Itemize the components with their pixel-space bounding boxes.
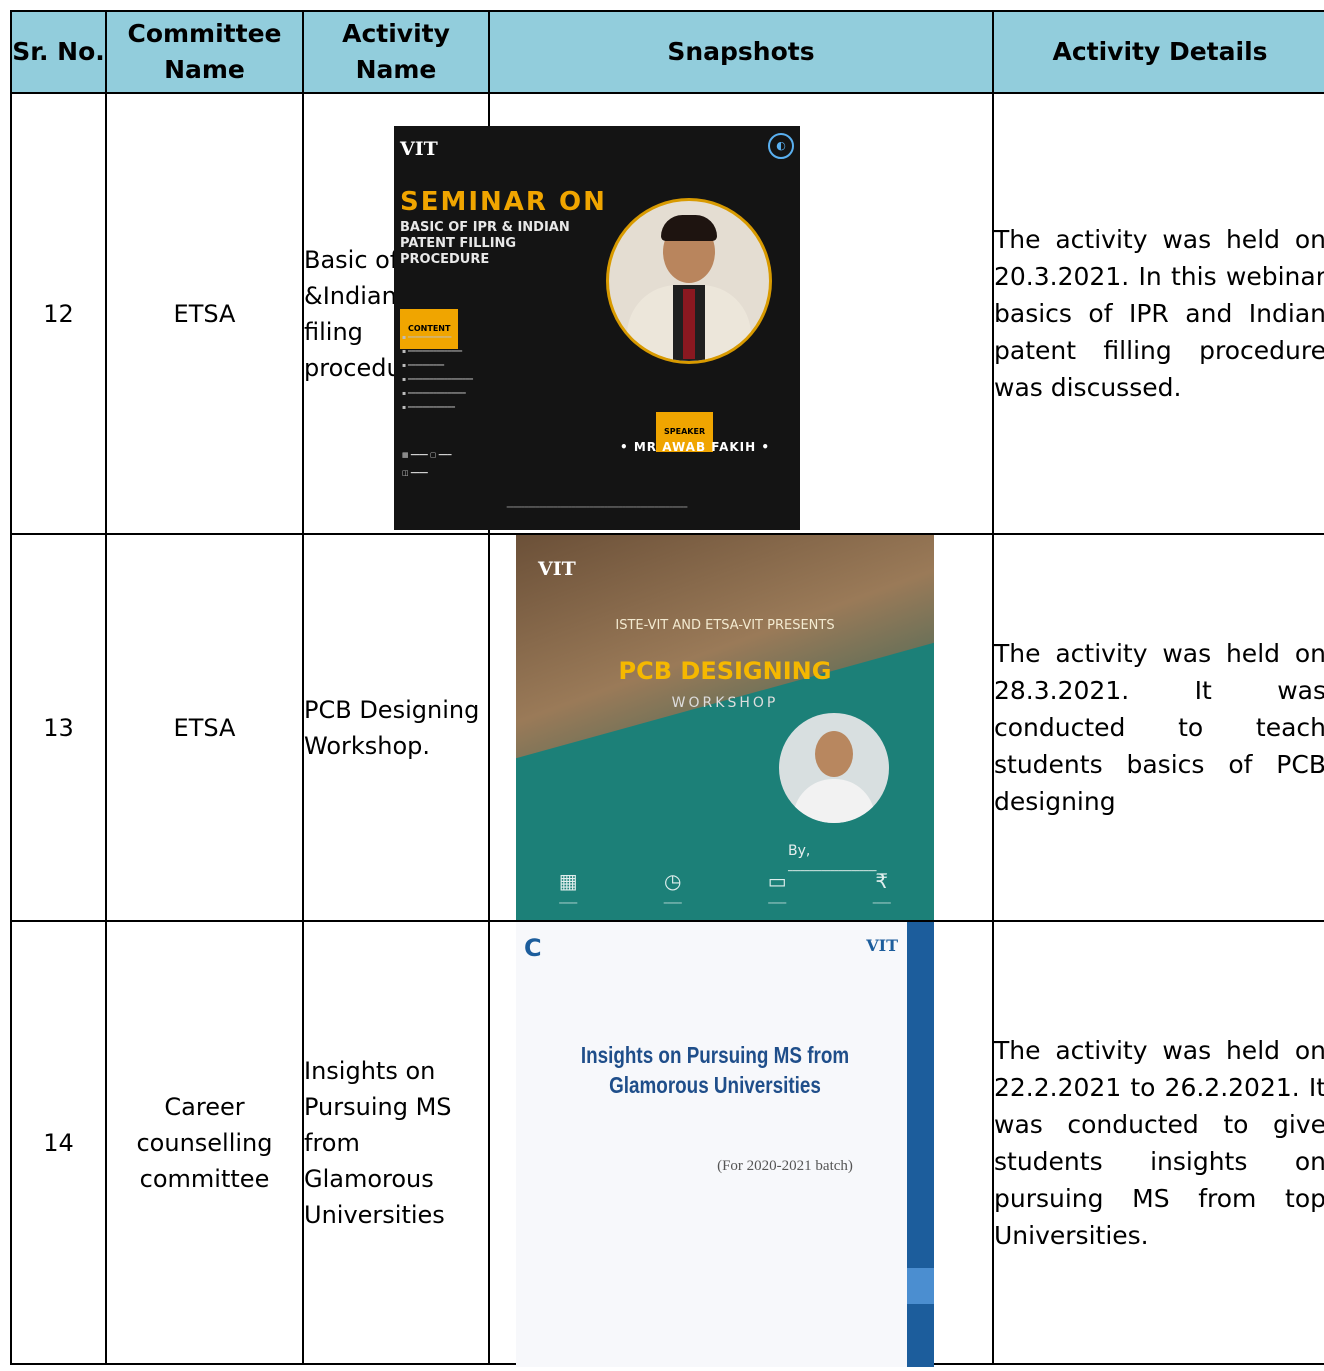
- details-cell: The activity was held on 28.3.2021. It w…: [992, 533, 1324, 922]
- activity-table: Sr. No. Committee Name Activity Name Sna…: [10, 10, 1324, 1367]
- table-row: 12 ETSA Basic of IPR &Indian patent fili…: [10, 92, 1324, 535]
- header-activity-details: Activity Details: [992, 10, 1324, 94]
- header-row: Sr. No. Committee Name Activity Name Sna…: [10, 10, 1324, 94]
- date-time-icons: ▦ ━━━━ ▢ ━━━ ◫ ━━━━: [402, 451, 452, 477]
- details-cell: The activity was held on 20.3.2021. In t…: [992, 92, 1324, 535]
- poster-title: SEMINAR ON: [400, 187, 607, 217]
- rupee-icon: ₹ ━━━━━: [872, 869, 891, 907]
- counselling-logo: C: [524, 934, 542, 962]
- sr-no-cell: 12: [10, 92, 107, 535]
- slide-title: Insights on Pursuing MS from Glamorous U…: [580, 1042, 850, 1098]
- clock-icon: ◷ ━━━━━: [663, 869, 682, 907]
- table-row: 13 ETSA PCB Designing Workshop. VIT ISTE…: [10, 533, 1324, 922]
- sr-no-cell: 13: [10, 533, 107, 922]
- poster-title: PCB DESIGNING: [618, 657, 832, 685]
- calendar-icon: ▦ ━━━━━: [558, 869, 578, 907]
- speaker-name: • MR AWAB FAKIH •: [620, 440, 771, 454]
- sr-no-cell: 14: [10, 920, 107, 1365]
- header-committee-name: Committee Name: [105, 10, 304, 94]
- activity-cell: Insights on Pursuing MS from Glamorous U…: [302, 920, 490, 1365]
- table-row: 14 Career counselling committee Insights…: [10, 920, 1324, 1367]
- pcb-workshop-poster-image: VIT ISTE-VIT AND ETSA-VIT PRESENTS PCB D…: [516, 535, 934, 920]
- etsa-logo-icon: ◐: [768, 133, 794, 159]
- speaker-photo: [606, 198, 772, 364]
- committee-cell: ETSA: [105, 92, 304, 535]
- event-info-icons: ▦ ━━━━━ ◷ ━━━━━ ▭ ━━━━━ ₹ ━━━━━: [516, 863, 934, 908]
- speaker-photo: [779, 713, 889, 823]
- vit-logo: VIT: [538, 558, 576, 580]
- poster-footer: ━━━━━━━━━━━━━━━━━━━━━━━━━━━━━━━━━━━━━━━━…: [506, 504, 688, 511]
- poster-subtitle: BASIC OF IPR & INDIAN PATENT FILLING PRO…: [400, 220, 570, 267]
- activity-cell: PCB Designing Workshop.: [302, 533, 490, 922]
- details-cell: The activity was held on 22.2.2021 to 26…: [992, 920, 1324, 1365]
- vit-logo: VIT: [866, 936, 898, 955]
- content-list: ▪ ━━━━━━━━━━━━ ▪ ━━━━━━━━━━━━━━━ ▪ ━━━━━━━…: [402, 334, 473, 411]
- header-activity-name: Activity Name: [302, 10, 490, 94]
- poster-presents: ISTE-VIT AND ETSA-VIT PRESENTS: [615, 618, 835, 633]
- header-sr-no: Sr. No.: [10, 10, 107, 94]
- poster-subtitle: WORKSHOP: [671, 695, 779, 711]
- snapshot-cell: C VIT Insights on Pursuing MS from Glamo…: [488, 920, 994, 1367]
- snapshot-cell: VIT ◐ SEMINAR ON BASIC OF IPR & INDIAN P…: [394, 92, 994, 535]
- header-snapshots: Snapshots: [488, 10, 994, 94]
- slide-batch: (For 2020-2021 batch): [717, 1158, 853, 1174]
- committee-cell: ETSA: [105, 533, 304, 922]
- laptop-icon: ▭ ━━━━━: [767, 869, 787, 907]
- committee-cell: Career counselling committee: [105, 920, 304, 1365]
- vit-logo: VIT: [400, 138, 438, 160]
- snapshot-cell: VIT ISTE-VIT AND ETSA-VIT PRESENTS PCB D…: [488, 533, 994, 922]
- ms-insights-slide-image: C VIT Insights on Pursuing MS from Glamo…: [516, 922, 934, 1367]
- seminar-poster-image: VIT ◐ SEMINAR ON BASIC OF IPR & INDIAN P…: [394, 126, 800, 530]
